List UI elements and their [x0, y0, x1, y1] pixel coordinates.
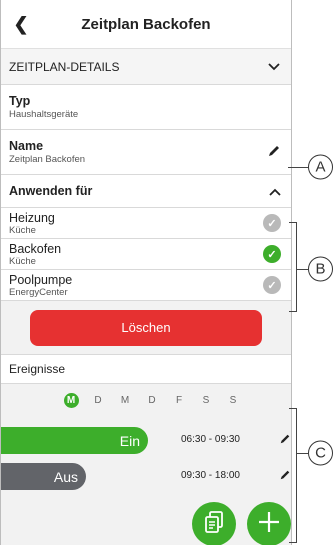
add-event-button[interactable]: [247, 502, 291, 545]
check-icon[interactable]: ✓: [263, 276, 281, 294]
apply-section-label: Anwenden für: [9, 184, 93, 198]
callout-c-line: [297, 453, 308, 454]
appliance-location: Küche: [9, 255, 36, 267]
day-friday[interactable]: F: [172, 393, 187, 408]
back-button[interactable]: ❮: [1, 14, 41, 35]
delete-button[interactable]: Löschen: [30, 309, 262, 346]
event-row-on[interactable]: Ein 06:30 - 09:30: [1, 417, 291, 457]
appliance-name: Heizung: [9, 210, 55, 225]
day-thursday[interactable]: D: [145, 393, 160, 408]
copy-schedule-button[interactable]: [192, 502, 236, 545]
callout-b: B: [308, 256, 333, 282]
day-tuesday[interactable]: D: [91, 393, 106, 408]
callout-c: C: [308, 440, 333, 466]
event-off-pill: Aus: [1, 463, 86, 490]
event-on-pill: Ein: [1, 427, 148, 454]
delete-area: Löschen: [1, 301, 291, 355]
page-title: Zeitplan Backofen: [81, 15, 211, 33]
name-label: Name: [9, 139, 44, 153]
appliance-location: Küche: [9, 224, 36, 236]
events-section-label: Ereignisse: [9, 362, 66, 376]
appliance-location: EnergyCenter: [9, 286, 68, 298]
phone-screen: ❮ Zeitplan Backofen ZEITPLAN-DETAILS Typ…: [0, 0, 292, 545]
type-label: Typ: [9, 94, 31, 108]
callout-a: A: [308, 154, 333, 180]
apply-section-header[interactable]: Anwenden für: [1, 175, 291, 208]
day-wednesday[interactable]: M: [118, 393, 133, 408]
event-off-time: 09:30 - 18:00: [181, 470, 240, 481]
chevron-up-icon: [269, 184, 281, 199]
appliance-name: Backofen: [9, 241, 62, 256]
appliance-row-backofen[interactable]: Backofen Küche ✓: [1, 239, 291, 270]
event-on-time: 06:30 - 09:30: [181, 434, 240, 445]
appliance-row-heizung[interactable]: Heizung Küche ✓: [1, 208, 291, 239]
appliance-name: Poolpumpe: [9, 272, 73, 287]
day-sunday[interactable]: S: [226, 393, 241, 408]
callout-a-line: [288, 167, 308, 168]
chevron-down-icon: [268, 59, 280, 74]
name-value: Zeitplan Backofen: [9, 154, 86, 165]
details-section-label: ZEITPLAN-DETAILS: [9, 59, 120, 74]
appliance-row-poolpumpe[interactable]: Poolpumpe EnergyCenter ✓: [1, 270, 291, 301]
copy-icon: [203, 510, 225, 539]
plus-icon: [257, 510, 281, 539]
check-icon[interactable]: ✓: [263, 245, 281, 263]
day-selector: M D M D F S S: [1, 384, 291, 417]
events-section-header: Ereignisse: [1, 355, 291, 384]
details-section-header[interactable]: ZEITPLAN-DETAILS: [1, 49, 291, 85]
check-icon[interactable]: ✓: [263, 214, 281, 232]
type-value: Haushaltsgeräte: [9, 109, 79, 120]
callout-b-line: [297, 269, 308, 270]
pencil-icon[interactable]: [267, 144, 281, 161]
callout-c-bracket: [289, 408, 297, 543]
app-header: ❮ Zeitplan Backofen: [1, 0, 291, 49]
chevron-left-icon: ❮: [13, 13, 29, 34]
event-row-off[interactable]: Aus 09:30 - 18:00: [1, 457, 291, 497]
day-saturday[interactable]: S: [199, 393, 214, 408]
day-monday[interactable]: M: [63, 393, 79, 408]
type-row: Typ Haushaltsgeräte: [1, 85, 291, 130]
name-row[interactable]: Name Zeitplan Backofen: [1, 130, 291, 175]
callout-b-bracket: [289, 222, 297, 312]
